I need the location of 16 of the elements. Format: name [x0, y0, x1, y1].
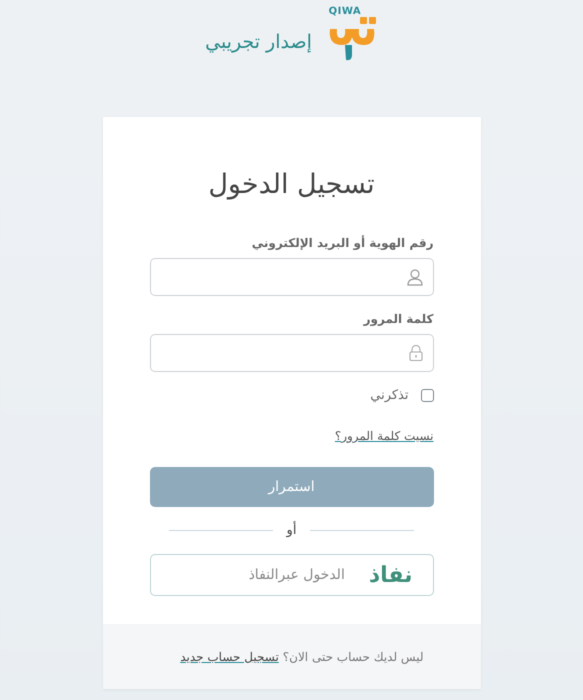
forgot-password-link[interactable]: نسيت كلمة المرور؟	[334, 429, 434, 443]
remember-checkbox[interactable]	[420, 389, 434, 402]
logo-wordmark: QIWA	[328, 6, 362, 17]
password-field[interactable]	[150, 334, 434, 372]
logo-subtitle: إصدار تجريبي	[205, 31, 312, 53]
user-icon	[406, 268, 422, 286]
username-field[interactable]	[150, 258, 434, 296]
lock-icon	[408, 345, 422, 361]
field-label: رقم الهوية أو البريد الإلكتروني	[250, 236, 434, 250]
nafath-button[interactable]: نفاذ الدخول عبرالنفاذ	[150, 554, 434, 596]
field-label: كلمة المرور	[362, 312, 434, 326]
divider-label: أو	[286, 523, 296, 538]
page-title: تسجيل الدخول	[207, 169, 376, 200]
checkbox-label: تذكرني	[370, 388, 408, 403]
register-link[interactable]: تسجيل حساب جديد	[180, 650, 279, 664]
footer-prompt: ليس لديك حساب حتى الان؟	[282, 650, 424, 664]
